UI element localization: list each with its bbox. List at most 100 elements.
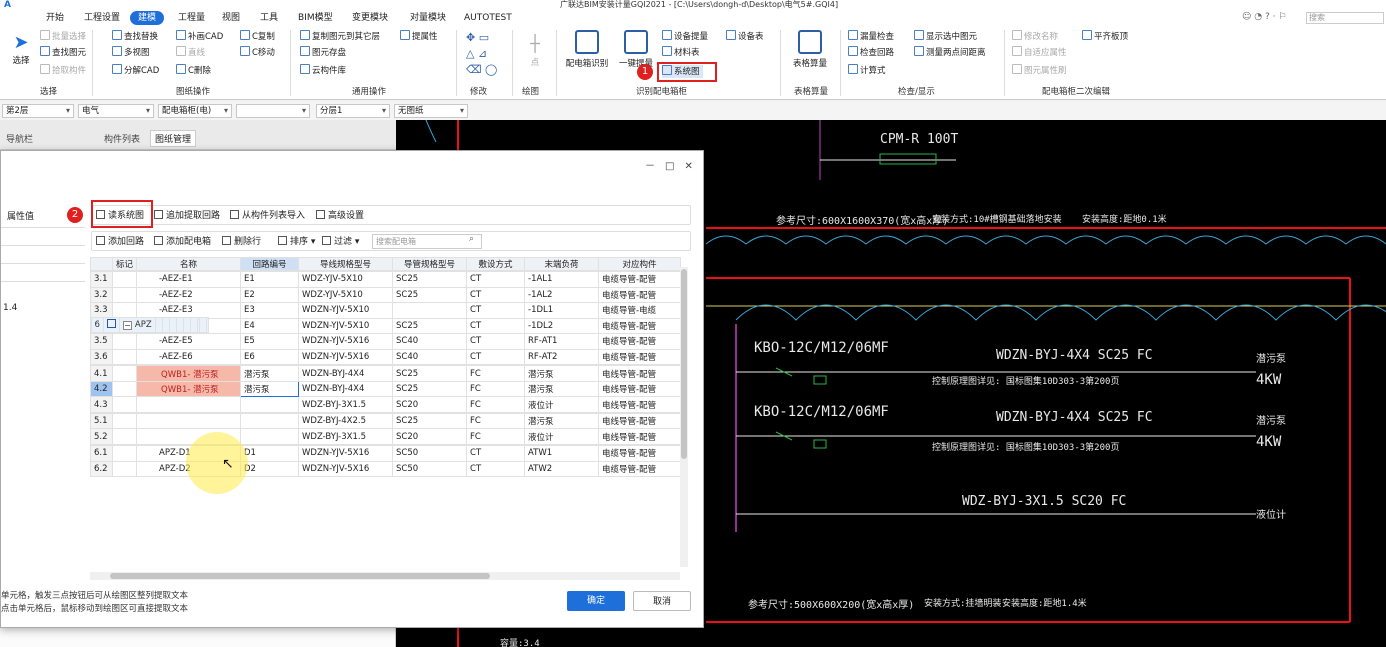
cell-circuit-no[interactable]: 潜污泵 (240, 365, 300, 382)
cell-conduit-spec[interactable]: SC25 (392, 380, 468, 398)
cell-name[interactable]: -AEZ-E2 (136, 286, 242, 304)
tab-drawing-management[interactable]: 图纸管理 (150, 130, 197, 147)
component-type-select[interactable]: 配电箱柜(电) (158, 104, 232, 118)
drawing-select[interactable]: 无图纸 (394, 104, 468, 118)
table-row[interactable]: 5.1 WDZ-BYJ-4X2.5 SC25 FC 潜污泵 电线导管-配管 (90, 412, 682, 430)
table-row[interactable]: 4.3 WDZ-BYJ-3X1.5 SC20 FC 液位计 电线导管-配管 (90, 396, 682, 413)
cell-wire-spec[interactable]: WDZN-BYJ-4X4 (298, 365, 394, 382)
menu-change-module[interactable]: 变更模块 (348, 11, 392, 25)
sort-button[interactable]: 排序 ▾ (278, 235, 315, 249)
cell-circuit-no[interactable]: E4 (240, 317, 300, 335)
cell-wire-spec[interactable]: WDZ-YJV-5X10 (298, 286, 394, 304)
cell-circuit-no[interactable] (240, 428, 300, 446)
cell-component[interactable]: 电线导管-配管 (598, 412, 682, 430)
cell-circuit-no[interactable]: E3 (240, 302, 300, 319)
cell-laying-method[interactable]: FC (466, 428, 526, 446)
draw-cad-button[interactable]: 补画CAD (176, 30, 223, 43)
table-row[interactable]: 6.1 APZ-D1 D1 WDZN-YJV-5X16 SC50 CT ATW1 电缆导管-配… (90, 445, 682, 462)
discipline-select[interactable]: 电气 (78, 104, 154, 118)
device-table-button[interactable]: 设备表 (726, 30, 764, 43)
cell-circuit-no[interactable] (240, 396, 300, 413)
cell-mark[interactable] (111, 428, 138, 446)
rename-button[interactable]: 修改名称 (1012, 30, 1058, 43)
cell-end-load[interactable]: 潜污泵 (524, 412, 600, 430)
filter-button[interactable]: 过滤 ▾ (322, 235, 359, 249)
extract-props-button[interactable]: 提属性 (400, 30, 438, 43)
col-name[interactable]: 名称 (136, 257, 242, 271)
cancel-button[interactable]: 取消 (633, 591, 691, 611)
search-input[interactable]: 搜索 (1306, 12, 1384, 24)
align-slab-top-button[interactable]: 平齐板顶 (1082, 30, 1128, 43)
cell-conduit-spec[interactable]: SC25 (392, 271, 468, 288)
search-icon[interactable]: ⌕ (469, 234, 474, 244)
cell-mark[interactable] (102, 316, 120, 334)
cell-mark[interactable] (111, 460, 138, 478)
cell-circuit-no[interactable]: 潜污泵 (240, 380, 300, 398)
cell-conduit-spec[interactable]: SC40 (392, 333, 468, 350)
row-number[interactable]: 3.6 (90, 348, 113, 366)
find-element-button[interactable]: 查找图元 (40, 46, 86, 59)
cell-wire-spec[interactable]: WDZ-BYJ-4X2.5 (298, 412, 394, 430)
modify-tools-icon[interactable]: ✥ ▭ △ ⊿ ⌫ ◯ (466, 30, 497, 78)
cell-wire-spec[interactable]: WDZ-BYJ-3X1.5 (298, 428, 394, 446)
row-number[interactable]: 4.1 (90, 365, 113, 382)
cell-conduit-spec[interactable]: SC20 (392, 428, 468, 446)
cell-laying-method[interactable]: CT (466, 333, 526, 350)
table-row[interactable]: 4.1 QWB1- 潜污泵 潜污泵 WDZN-BYJ-4X4 SC25 FC 潜污泵 电线导管… (90, 365, 682, 382)
row-number[interactable]: 6 (90, 316, 104, 334)
col-circuit-no[interactable]: 回路编号 (240, 257, 300, 271)
cell-mark[interactable] (111, 396, 138, 413)
menu-autotest[interactable]: AUTOTEST (460, 11, 516, 25)
tab-component-list[interactable]: 构件列表 (104, 132, 140, 145)
cell-laying-method[interactable] (175, 316, 184, 334)
col-laying-method[interactable]: 敷设方式 (466, 257, 526, 271)
batch-select-button[interactable]: 批量选择 (40, 30, 86, 43)
row-number[interactable]: 3.2 (90, 286, 113, 304)
cell-wire-spec[interactable]: WDZN-YJV-5X10 (298, 302, 394, 319)
material-table-button[interactable]: 材料表 (662, 46, 700, 59)
cell-conduit-spec[interactable]: SC20 (392, 396, 468, 413)
menu-quantity[interactable]: 工程量 (174, 11, 209, 25)
cell-component[interactable]: 电缆导管-配管 (598, 286, 682, 304)
pick-component-button[interactable]: 拾取构件 (40, 64, 86, 77)
add-circuit-button[interactable]: 添加回路 (96, 235, 144, 249)
box-identify-button[interactable]: 配电箱识别 (564, 30, 610, 69)
cell-component[interactable] (199, 316, 208, 334)
cell-end-load[interactable]: ATW2 (524, 460, 600, 478)
box-search-input[interactable]: 搜索配电箱 (372, 234, 482, 249)
cell-laying-method[interactable]: FC (466, 365, 526, 382)
col-end-load[interactable]: 末端负荷 (524, 257, 600, 271)
ok-button[interactable]: 确定 (567, 591, 625, 611)
props-brush-button[interactable]: 图元属性刷 (1012, 64, 1067, 77)
cell-mark[interactable] (111, 271, 138, 288)
cell-conduit-spec[interactable]: SC40 (392, 348, 468, 366)
select-button[interactable]: ➤ 选择 (6, 32, 36, 66)
cell-wire-spec[interactable]: WDZN-YJV-5X16 (298, 460, 394, 478)
cell-end-load[interactable] (182, 316, 191, 334)
copy-to-layer-button[interactable]: 复制图元到其它层 (300, 30, 380, 43)
collapse-icon[interactable]: − (122, 320, 132, 330)
cell-component[interactable]: 电缆导管-配管 (598, 333, 682, 350)
cell-circuit-no[interactable] (154, 316, 163, 334)
row-number[interactable]: 4.2 (90, 380, 113, 398)
explode-cad-button[interactable]: 分解CAD (112, 64, 159, 77)
cell-mark[interactable] (111, 286, 138, 304)
cell-name[interactable] (136, 412, 242, 430)
floor-select[interactable]: 第2层 (2, 104, 74, 118)
col-conduit-spec[interactable]: 导管规格型号 (392, 257, 468, 271)
cell-component[interactable]: 电缆导管-电缆 (598, 302, 682, 319)
cell-name[interactable]: − APZ (118, 316, 156, 334)
cell-component[interactable]: 电缆导管-配管 (598, 460, 682, 478)
show-selected-button[interactable]: 显示选中图元 (914, 30, 977, 43)
cell-end-load[interactable]: -1DL1 (524, 302, 600, 319)
cell-circuit-no[interactable]: E6 (240, 348, 300, 366)
row-number[interactable]: 3.1 (90, 271, 113, 288)
cell-conduit-spec[interactable]: SC50 (392, 445, 468, 462)
device-extract-button[interactable]: 设备提量 (662, 30, 708, 43)
cell-circuit-no[interactable]: E5 (240, 333, 300, 350)
table-row[interactable]: 4.2 QWB1- 潜污泵 潜污泵 WDZN-BYJ-4X4 SC25 FC 潜污泵 电线导管… (90, 380, 682, 398)
cell-circuit-no[interactable]: E2 (240, 286, 300, 304)
dialog-window-controls-icon[interactable]: －□✕ (645, 157, 703, 172)
delete-row-button[interactable]: 删除行 (222, 235, 261, 249)
component-select[interactable] (236, 104, 310, 118)
